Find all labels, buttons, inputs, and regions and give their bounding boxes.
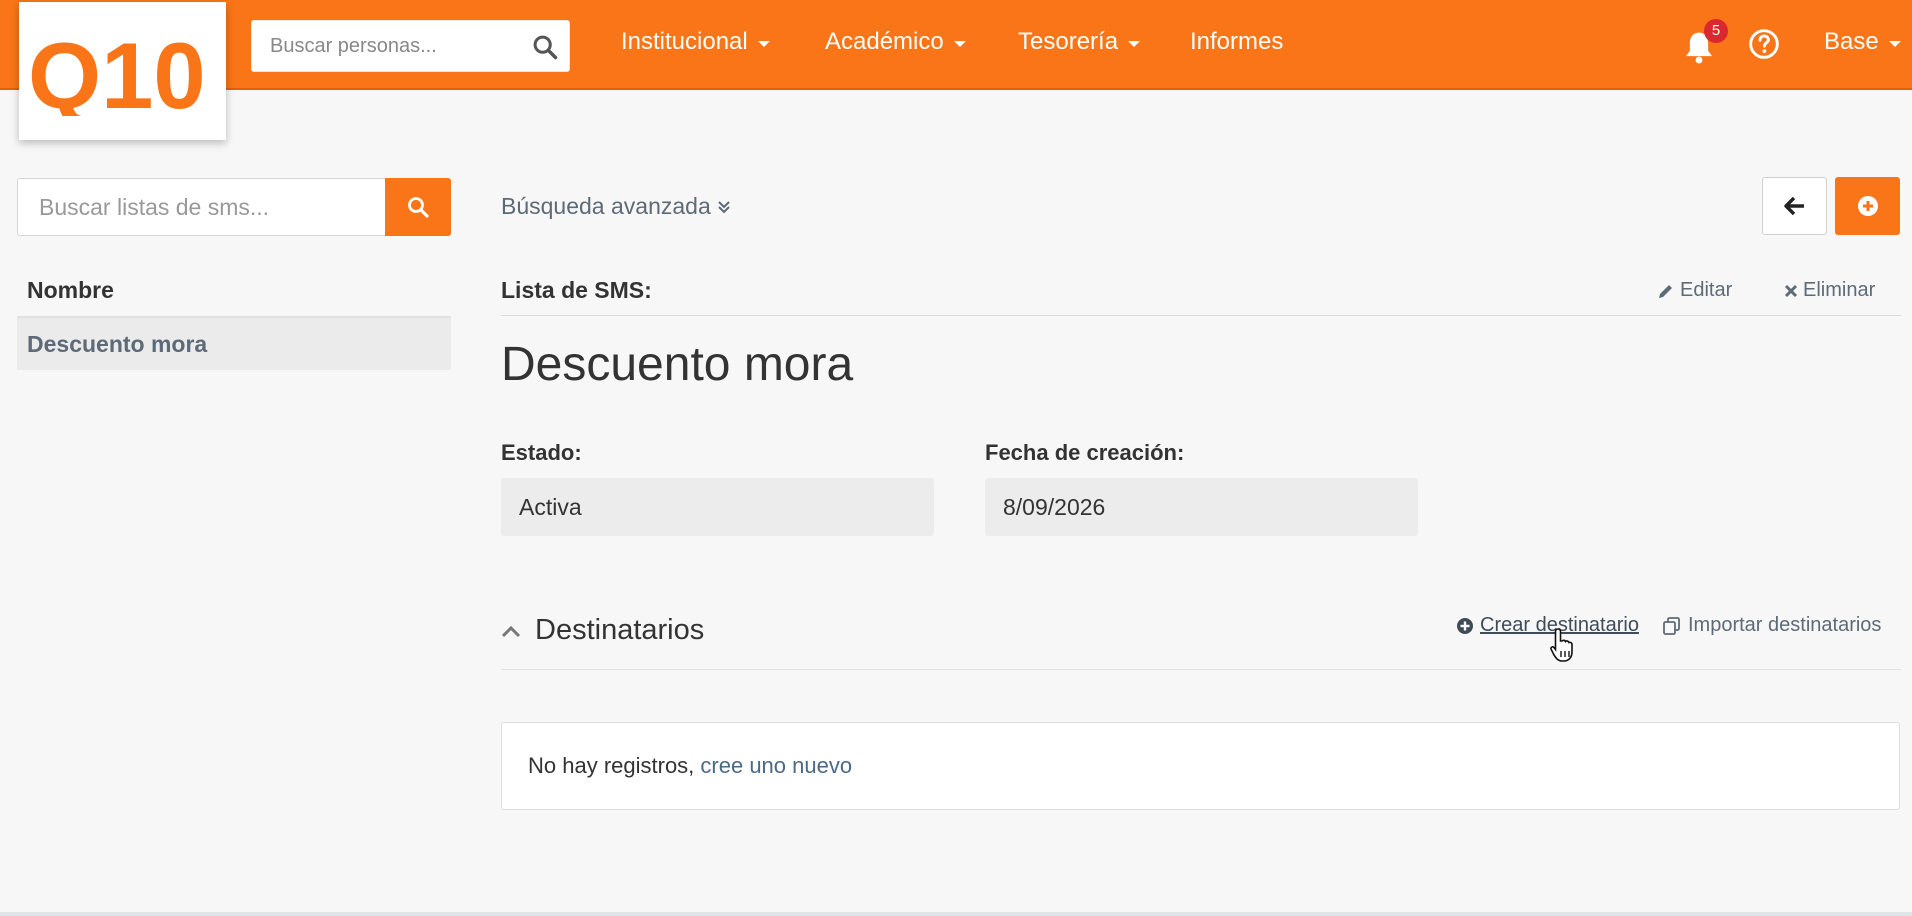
divider — [501, 315, 1901, 316]
field-label-fecha-creacion: Fecha de creación: — [985, 440, 1185, 465]
sms-list-search-box — [17, 178, 451, 236]
recipients-section-toggle[interactable]: Destinatarios — [501, 614, 704, 647]
column-header-nombre: Nombre — [27, 277, 114, 303]
create-recipient-link[interactable]: Crear destinatario — [1456, 614, 1639, 637]
close-icon — [1784, 284, 1798, 297]
search-icon — [408, 197, 429, 218]
advanced-search-label: Búsqueda avanzada — [501, 193, 711, 219]
double-chevron-down-icon — [718, 200, 730, 213]
edit-link[interactable]: Editar — [1657, 279, 1732, 302]
record-title: Descuento mora — [501, 338, 854, 391]
nav-academico-label: Académico — [825, 28, 944, 55]
caret-down-icon — [1128, 40, 1141, 47]
delete-link[interactable]: Eliminar — [1784, 279, 1875, 302]
nav-informes-label: Informes — [1190, 28, 1284, 55]
hand-pointer-cursor-icon — [1550, 628, 1573, 662]
caret-down-icon — [953, 40, 966, 47]
sms-list-row[interactable]: Descuento mora — [17, 316, 451, 370]
nav-informes[interactable]: Informes — [1190, 28, 1283, 56]
back-button[interactable] — [1762, 177, 1827, 235]
sms-list-search-input[interactable] — [18, 179, 378, 235]
brand-logo[interactable]: Q10 — [19, 2, 226, 140]
divider — [501, 669, 1901, 670]
import-recipients-label: Importar destinatarios — [1688, 614, 1882, 636]
empty-state-text: No hay registros, — [528, 753, 701, 778]
nav-tesoreria-label: Tesorería — [1018, 28, 1119, 55]
field-value-estado: Activa — [501, 478, 934, 536]
recipients-heading: Destinatarios — [535, 614, 705, 646]
edit-label: Editar — [1680, 279, 1733, 301]
chevron-up-icon — [501, 625, 521, 637]
page-bottom-border — [0, 912, 1912, 916]
advanced-search-toggle[interactable]: Búsqueda avanzada — [501, 193, 731, 220]
q10-logo: Q10 — [28, 30, 206, 116]
caret-down-icon — [757, 40, 770, 47]
notification-count-badge: 5 — [1704, 19, 1728, 43]
nav-institucional-label: Institucional — [621, 28, 748, 55]
create-new-link[interactable]: cree uno nuevo — [700, 753, 852, 778]
add-button[interactable] — [1835, 177, 1900, 235]
delete-label: Eliminar — [1803, 279, 1876, 301]
pencil-icon — [1659, 284, 1672, 298]
field-label-estado: Estado: — [501, 440, 582, 465]
people-search-box — [251, 20, 570, 72]
help-icon[interactable] — [1748, 28, 1780, 60]
search-icon[interactable] — [531, 33, 559, 61]
top-navbar: Institucional Académico Tesorería Inform… — [0, 0, 1912, 90]
caret-down-icon — [1888, 40, 1901, 47]
plus-circle-icon — [1457, 617, 1473, 634]
import-recipients-link[interactable]: Importar destinatarios — [1662, 614, 1881, 637]
user-menu[interactable]: Base — [1824, 28, 1901, 56]
nav-academico[interactable]: Académico — [825, 28, 966, 56]
sms-list-search-button[interactable] — [385, 178, 451, 236]
plus-circle-icon — [1857, 196, 1878, 216]
logo-text: Q10 — [28, 30, 206, 116]
user-menu-label: Base — [1824, 28, 1879, 55]
nav-institucional[interactable]: Institucional — [621, 28, 770, 56]
nav-tesoreria[interactable]: Tesorería — [1018, 28, 1141, 56]
field-value-fecha-creacion: 8/09/2026 — [985, 478, 1418, 536]
copy-icon — [1663, 616, 1680, 635]
arrow-left-icon — [1783, 196, 1804, 216]
empty-state-box: No hay registros, cree uno nuevo — [501, 722, 1900, 810]
section-label: Lista de SMS: — [501, 277, 652, 303]
people-search-input[interactable] — [252, 21, 512, 71]
